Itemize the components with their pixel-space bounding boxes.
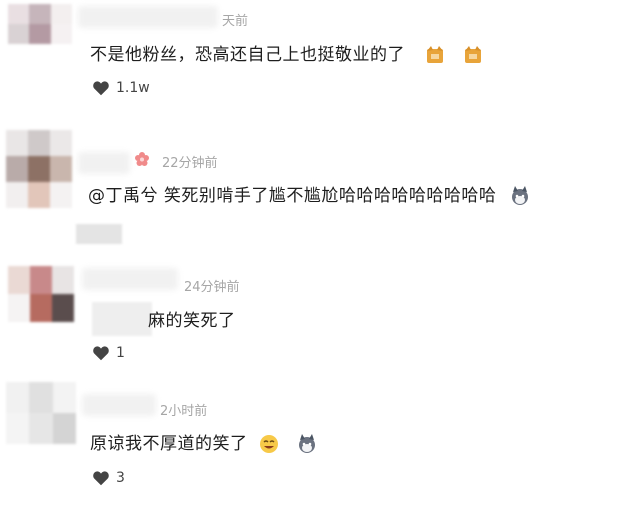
flower-icon [135,152,149,166]
comment-time: 2小时前 [160,404,208,419]
comment-time: 天前 [222,14,249,29]
comment-text-content: 麻的笑死了 [148,311,236,331]
avatar[interactable] [8,266,74,322]
comment-text-content: 原谅我不厚道的笑了 [90,434,248,454]
comment-text-content: @丁禹兮 笑死别啃手了尴不尴尬哈哈哈哈哈哈哈哈哈 [88,186,497,206]
cat-emoji-icon [464,46,481,63]
heart-icon [93,346,109,361]
comment-item: 22分钟前 @丁禹兮 笑死别啃手了尴不尴尬哈哈哈哈哈哈哈哈哈 [0,120,640,250]
heart-icon [93,81,109,96]
avatar[interactable] [6,130,72,208]
comment-text: 麻的笑死了 [148,306,236,331]
username[interactable] [78,6,218,28]
like-count: 1 [116,345,125,361]
username[interactable] [82,268,178,290]
comment-time: 24分钟前 [184,280,240,295]
husky-emoji-icon [299,434,316,453]
like-button[interactable]: 1.1w [92,80,150,96]
blurred-likes [76,224,122,244]
username[interactable] [78,152,130,174]
comment-time: 22分钟前 [162,156,218,171]
comment-item: 2小时前 原谅我不厚道的笑了 3 [0,376,640,511]
blurred-text [92,302,152,336]
husky-emoji-icon [512,186,529,205]
username[interactable] [82,394,156,416]
heart-icon [93,471,109,486]
like-button[interactable]: 1 [92,345,125,361]
like-count: 3 [116,470,125,486]
comment-text: @丁禹兮 笑死别啃手了尴不尴尬哈哈哈哈哈哈哈哈哈 [88,181,530,206]
like-button[interactable]: 3 [92,470,125,486]
comment-text-content: 不是他粉丝，恐高还自己上也挺敬业的了 [90,45,405,65]
grin-emoji-icon [260,435,279,453]
like-count: 1.1w [116,80,150,96]
avatar[interactable] [8,4,72,44]
comment-text: 不是他粉丝，恐高还自己上也挺敬业的了 [90,40,483,65]
cat-emoji-icon [426,46,443,63]
comment-text: 原谅我不厚道的笑了 [90,429,317,454]
avatar[interactable] [6,382,76,444]
comment-item: 天前 不是他粉丝，恐高还自己上也挺敬业的了 1.1w [0,0,640,110]
comment-item: 24分钟前 麻的笑死了 1 [0,262,640,372]
